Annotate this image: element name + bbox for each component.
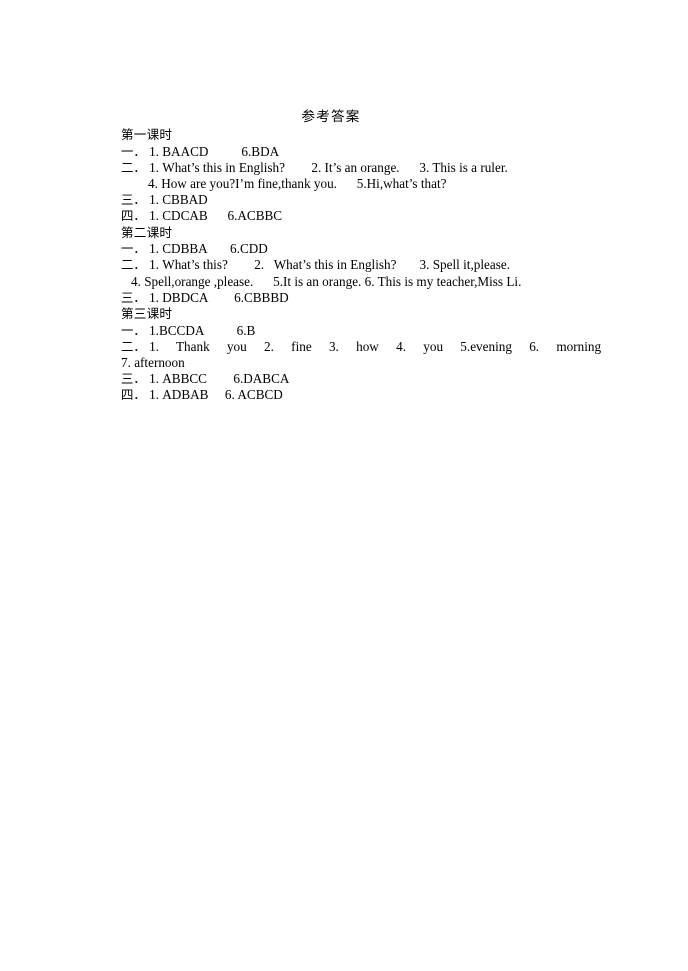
answer-marker: 三．: [121, 371, 146, 387]
answer-marker: 二．: [121, 159, 146, 175]
lesson-heading: 第二课时: [121, 224, 173, 240]
answer-marker: 一．: [121, 241, 146, 257]
answer-marker: 二．: [121, 257, 146, 273]
answer-line: 三． 1. ABBCC 6.DABCA: [121, 371, 581, 387]
document-body: 参考答案 第一课时 一． 1. BAACD 6.BDA 二． 1. What’s t…: [121, 108, 601, 404]
answer-marker: 二．: [121, 338, 146, 354]
answer-line: 一． 1. BAACD 6.BDA: [121, 144, 581, 160]
answer-line: 一． 1. CDBBA 6.CDD: [121, 241, 581, 257]
answer-text: 1. DBDCA 6.CBBBD: [149, 289, 289, 305]
answer-line: 三． 1. CBBAD: [121, 192, 581, 208]
answer-line: 二． 1. Thank you 2. fine 3. how 4. you 5.…: [121, 338, 601, 355]
answer-marker: 三．: [121, 192, 146, 208]
lesson-heading: 第三课时: [121, 306, 173, 322]
answer-text: 1. Thank you 2. fine 3. how 4. you 5.eve…: [149, 338, 602, 354]
answer-line: 一． 1.BCCDA 6.B: [121, 323, 581, 339]
answer-marker: 四．: [121, 387, 146, 403]
answer-marker: 一．: [121, 322, 146, 338]
answer-text: 1. ABBCC 6.DABCA: [149, 371, 290, 387]
answer-text: 1. CDCAB 6.ACBBC: [149, 208, 283, 224]
answer-text: 4. Spell,orange ,please. 5.It is an oran…: [131, 273, 522, 289]
answer-text: 1.BCCDA 6.B: [149, 322, 256, 338]
answer-line: 二． 1. What’s this in English? 2. It’s an…: [121, 160, 581, 176]
answer-line: 三． 1. DBDCA 6.CBBBD: [121, 290, 581, 306]
answer-text: 1. What’s this? 2. What’s this in Englis…: [149, 257, 510, 273]
answer-line: 四． 1. CDCAB 6.ACBBC: [121, 208, 581, 224]
answer-text: 1. BAACD 6.BDA: [149, 143, 280, 159]
lesson-heading: 第一课时: [121, 127, 173, 142]
answer-text: 1. CBBAD: [149, 192, 208, 208]
answer-marker: 四．: [121, 208, 146, 224]
answer-line: 4. How are you?I’m fine,thank you. 5.Hi,…: [121, 176, 581, 192]
answer-text: 4. How are you?I’m fine,thank you. 5.Hi,…: [148, 176, 447, 191]
answer-line: 四． 1. ADBAB 6. ACBCD: [121, 387, 581, 403]
answer-text: 7. afternoon: [121, 355, 185, 371]
answer-sections: 第一课时 一． 1. BAACD 6.BDA 二． 1. What’s this i…: [121, 127, 601, 404]
document-page: 参考答案 第一课时 一． 1. BAACD 6.BDA 二． 1. What’s t…: [0, 0, 688, 971]
answer-line: 二． 1. What’s this? 2. What’s this in Eng…: [121, 257, 581, 273]
page-title: 参考答案: [301, 109, 361, 125]
answer-line: 7. afternoon: [121, 355, 581, 371]
answer-text: 1. ADBAB 6. ACBCD: [149, 387, 283, 403]
answer-marker: 三．: [121, 289, 146, 305]
answer-text: 1. What’s this in English? 2. It’s an or…: [149, 159, 508, 175]
answer-text: 1. CDBBA 6.CDD: [149, 241, 268, 257]
answer-marker: 一．: [121, 143, 146, 159]
answer-line: 4. Spell,orange ,please. 5.It is an oran…: [121, 274, 581, 290]
